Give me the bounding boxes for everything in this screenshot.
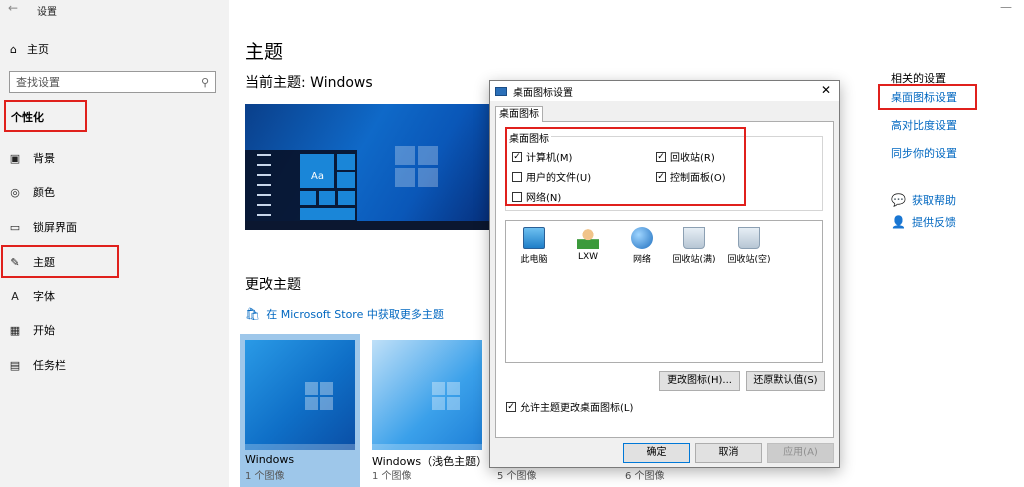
sidebar-item-label: 锁屏界面: [33, 221, 77, 234]
preview-tile: [300, 191, 316, 205]
preview-tile: [337, 154, 355, 170]
title-bar: ← 设置: [0, 0, 229, 20]
store-link-label: 在 Microsoft Store 中获取更多主题: [266, 308, 444, 321]
theme-thumbnail: [245, 340, 355, 450]
desktop-icons-list[interactable]: 此电脑 LXW 网络 回收站(满) 回收站(空): [505, 220, 823, 363]
home-icon: ⌂: [10, 42, 17, 56]
cancel-button[interactable]: 取消: [695, 443, 762, 463]
highlight-desktop-icon-link: [878, 84, 977, 110]
theme-thumbnail: [372, 340, 482, 450]
sync-settings-link[interactable]: 同步你的设置: [891, 145, 957, 161]
theme-card-windows-light[interactable]: Windows（浅色主题） 1 个图像: [367, 334, 487, 487]
theme-card-windows[interactable]: Windows 1 个图像: [240, 334, 360, 487]
current-theme: 当前主题: Windows: [245, 75, 373, 91]
theme-image-count: 1 个图像: [372, 471, 412, 482]
dialog-title-bar: 桌面图标设置 ✕: [490, 81, 839, 101]
back-arrow-icon[interactable]: ←: [8, 1, 18, 15]
palette-icon: ◎: [10, 185, 20, 199]
font-icon: A: [11, 289, 19, 303]
page-title: 主题: [245, 41, 284, 63]
theme-image-count: 6 个图像: [625, 471, 665, 482]
computer-icon: [523, 227, 545, 249]
dialog-title: 桌面图标设置: [513, 87, 573, 99]
preview-taskbar: [245, 221, 489, 230]
close-icon[interactable]: ✕: [821, 83, 831, 97]
checkbox-box[interactable]: ✓: [506, 401, 516, 412]
taskbar-icon: ▤: [9, 358, 21, 372]
list-item[interactable]: 回收站(满): [666, 227, 722, 265]
search-input[interactable]: 查找设置: [16, 74, 201, 90]
list-item-label: 回收站(空): [727, 255, 771, 265]
theme-name: Windows: [245, 453, 295, 466]
sidebar-item-label: 开始: [33, 324, 55, 337]
theme-image-count: 5 个图像: [497, 471, 537, 482]
list-item[interactable]: 此电脑: [506, 227, 562, 265]
list-item[interactable]: LXW: [560, 227, 616, 262]
feedback-icon: 👤: [891, 215, 906, 229]
start-icon: ▦: [9, 323, 21, 337]
feedback-link[interactable]: 👤 提供反馈: [891, 214, 956, 230]
nav-home[interactable]: ⌂ 主页: [10, 40, 49, 58]
list-item-label: 此电脑: [520, 255, 548, 265]
get-help-link[interactable]: 💬 获取帮助: [891, 192, 956, 208]
windows-logo-icon: [395, 146, 439, 188]
sidebar-item-lockscreen[interactable]: ▭ 锁屏界面: [9, 218, 77, 236]
list-item-label: LXW: [577, 252, 599, 262]
preview-tile: [300, 208, 355, 220]
preview-tile: [319, 191, 335, 205]
sidebar-item-label: 颜色: [33, 186, 55, 199]
sidebar: ← 设置 ⌂ 主页 查找设置 ⚲ 个性化 ▣ 背景 ◎ 颜色 ▭ 锁屏界面 ✎ …: [0, 0, 229, 487]
preview-aa: Aa: [311, 171, 324, 182]
sidebar-item-label: 背景: [33, 152, 55, 165]
recycle-bin-empty-icon: [738, 227, 760, 249]
theme-preview: Aa: [245, 104, 489, 230]
highlight-checkbox-group: [505, 127, 746, 206]
windows-logo-icon: [305, 382, 335, 412]
recycle-bin-full-icon: [683, 227, 705, 249]
change-theme-title: 更改主题: [245, 277, 301, 293]
store-link[interactable]: 🛍 在 Microsoft Store 中获取更多主题: [245, 306, 444, 322]
sidebar-item-background[interactable]: ▣ 背景: [9, 149, 55, 167]
list-item[interactable]: 网络: [614, 227, 670, 265]
network-icon: [631, 227, 653, 249]
restore-default-button[interactable]: 还原默认值(S): [746, 371, 825, 391]
highlight-themes: [1, 245, 119, 278]
high-contrast-link[interactable]: 高对比度设置: [891, 117, 957, 133]
apply-button[interactable]: 应用(A): [767, 443, 834, 463]
sidebar-item-fonts[interactable]: A 字体: [9, 287, 55, 305]
list-item-label: 回收站(满): [672, 255, 716, 265]
get-help-label: 获取帮助: [912, 194, 956, 207]
image-icon: ▣: [9, 151, 21, 165]
nav-home-label: 主页: [26, 43, 49, 56]
store-icon: 🛍: [245, 307, 261, 321]
checkbox-allow-themes[interactable]: ✓ 允许主题更改桌面图标(L): [506, 399, 633, 414]
windows-logo-icon: [432, 382, 462, 412]
search-icon[interactable]: ⚲: [201, 76, 209, 89]
monitor-icon: [495, 86, 507, 96]
preview-tile: [337, 172, 355, 188]
tab-desktop-icons[interactable]: 桌面图标: [495, 106, 543, 122]
help-icon: 💬: [891, 193, 906, 207]
sidebar-item-taskbar[interactable]: ▤ 任务栏: [9, 356, 66, 374]
checkbox-label: 允许主题更改桌面图标(L): [520, 403, 634, 414]
user-icon: [577, 227, 599, 249]
sidebar-item-start[interactable]: ▦ 开始: [9, 321, 55, 339]
feedback-label: 提供反馈: [912, 216, 956, 229]
theme-image-count: 1 个图像: [245, 471, 285, 482]
search-box[interactable]: 查找设置 ⚲: [9, 71, 216, 93]
preview-app-list: [257, 154, 271, 224]
list-item-label: 网络: [632, 255, 651, 265]
change-icon-button[interactable]: 更改图标(H)...: [659, 371, 740, 391]
lockscreen-icon: ▭: [9, 220, 21, 234]
highlight-personalization: [4, 100, 87, 132]
sidebar-item-label: 字体: [33, 290, 55, 303]
ok-button[interactable]: 确定: [623, 443, 690, 463]
preview-tile: [338, 191, 355, 205]
app-title: 设置: [37, 7, 57, 18]
list-item[interactable]: 回收站(空): [721, 227, 777, 265]
sidebar-item-label: 任务栏: [33, 359, 66, 372]
minimize-icon[interactable]: —: [1000, 0, 1012, 14]
sidebar-item-colors[interactable]: ◎ 颜色: [9, 183, 55, 201]
